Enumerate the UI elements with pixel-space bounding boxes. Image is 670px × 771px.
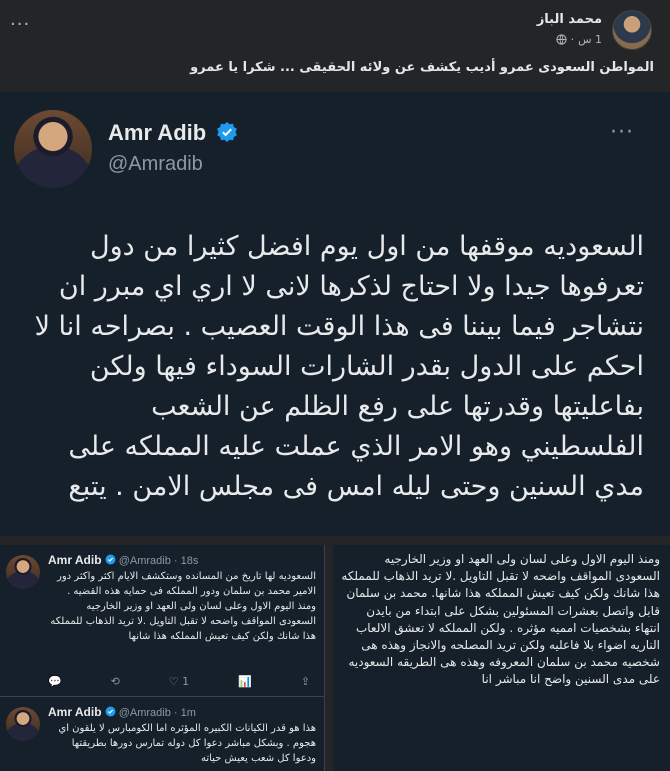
mini-tweet-text: السعوديه لها تاريخ من المسانده وستكشف ال… xyxy=(50,571,316,642)
post-time[interactable]: 1 س xyxy=(578,33,602,46)
left-screenshot-image[interactable]: Amr Adib @Amradib · 18s السعوديه لها تار… xyxy=(0,545,325,771)
right-tweet-text: ومنذ اليوم الاول وعلى لسان ولى العهد او … xyxy=(341,552,660,687)
mini-avatar xyxy=(6,555,40,589)
mini-time: · 18s xyxy=(173,555,199,567)
tweet-body: السعوديه موقفها من اول يوم افضل كثيرا من… xyxy=(34,231,644,502)
separator-dot: · xyxy=(570,33,575,46)
main-tweet-image[interactable]: Amr Adib @Amradib ··· السعوديه موقفها من… xyxy=(0,92,670,536)
author-avatar[interactable] xyxy=(612,10,652,50)
mini-author-name: Amr Adib xyxy=(48,553,102,567)
verified-badge-icon xyxy=(105,706,116,717)
tweet-author-name: Amr Adib xyxy=(108,120,238,146)
tweet-handle: @Amradib xyxy=(108,153,203,175)
mini-handle: @Amradib xyxy=(118,555,171,567)
mini-time: · 1m xyxy=(173,707,196,719)
verified-badge-icon xyxy=(105,554,116,565)
post-caption: المواطن السعودى عمرو أديب يكشف عن ولائه … xyxy=(190,60,654,75)
mini-tweet: Amr Adib @Amradib · 18s السعوديه لها تار… xyxy=(0,545,324,697)
post-more-button[interactable]: ··· xyxy=(10,14,30,35)
post-header: محمد الباز 1 س · ··· xyxy=(0,0,670,58)
like-icon: ♡ 1 xyxy=(168,675,190,688)
mini-author-name: Amr Adib xyxy=(48,705,102,719)
mini-tweet-text: هذا هو قدر الكيانات الكبيره المؤثره اما … xyxy=(58,723,316,764)
mini-tweet-actions: 💬 ⟲ ♡ 1 📊 ⇪ xyxy=(48,675,310,688)
retweet-icon: ⟲ xyxy=(110,675,120,688)
right-screenshot-image[interactable]: ومنذ اليوم الاول وعلى لسان ولى العهد او … xyxy=(333,545,670,771)
mini-avatar xyxy=(6,707,40,741)
mini-tweet: Amr Adib @Amradib · 1m هذا هو قدر الكيان… xyxy=(0,697,324,771)
author-name[interactable]: محمد الباز xyxy=(537,12,602,27)
reply-icon: 💬 xyxy=(48,675,62,688)
verified-badge-icon xyxy=(217,122,238,142)
tweet-more-icon: ··· xyxy=(610,120,634,145)
mini-tweet-header: Amr Adib @Amradib · 1m xyxy=(48,705,196,719)
globe-icon xyxy=(555,34,567,45)
post-meta: 1 س · xyxy=(555,33,602,46)
tweet-avatar xyxy=(14,110,92,188)
mini-tweet-header: Amr Adib @Amradib · 18s xyxy=(48,553,198,567)
share-icon: ⇪ xyxy=(300,675,310,688)
mini-handle: @Amradib xyxy=(118,707,171,719)
views-icon: 📊 xyxy=(238,675,252,688)
tweet-author-name-text: Amr Adib xyxy=(108,120,207,145)
